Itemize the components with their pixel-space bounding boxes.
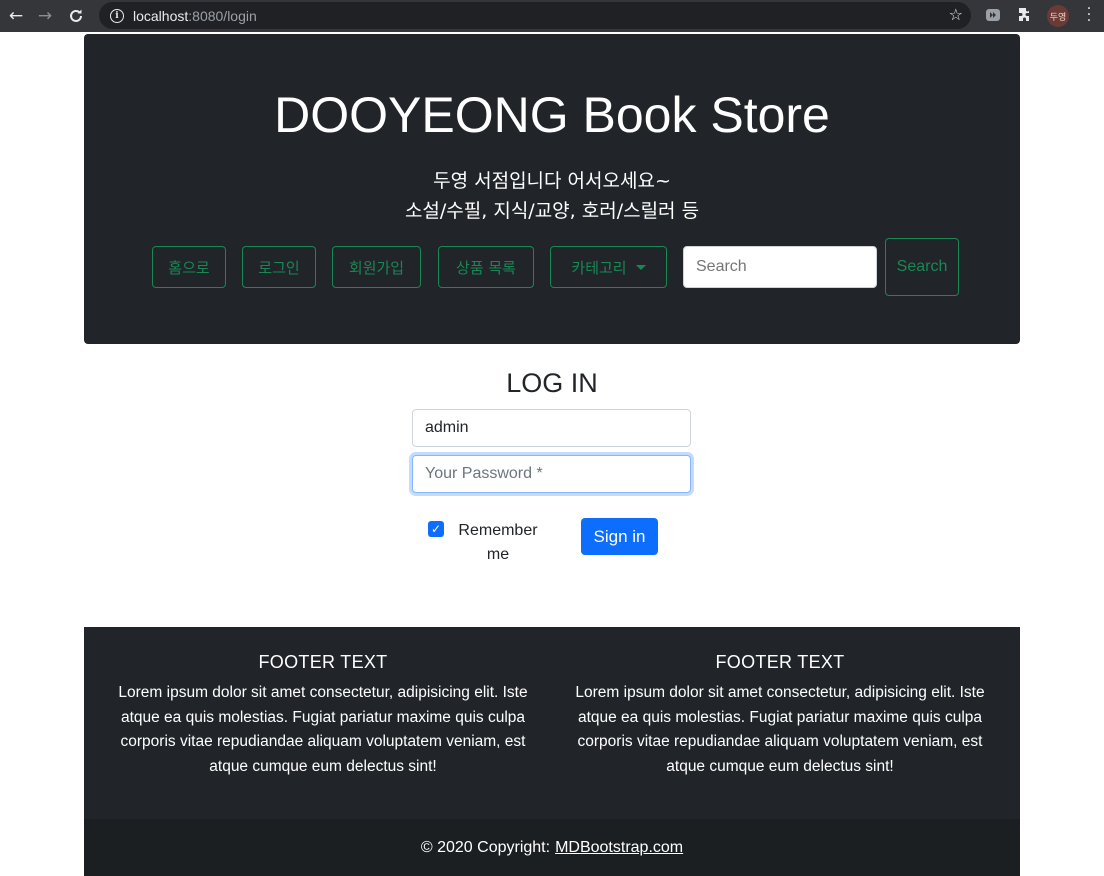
nav-home-button[interactable]: 홈으로 — [152, 246, 226, 288]
footer-text: Lorem ipsum dolor sit amet consectetur, … — [118, 684, 528, 775]
bookmark-star-icon[interactable]: ☆ — [949, 5, 963, 24]
remember-me-group: ✓ Remember me — [428, 519, 540, 567]
site-title: DOOYEONG Book Store — [274, 87, 830, 143]
url-text: localhost:8080/login — [133, 8, 257, 24]
copyright-bar: © 2020 Copyright: MDBootstrap.com — [84, 819, 1020, 876]
footer-text: Lorem ipsum dolor sit amet consectetur, … — [575, 684, 985, 775]
nav-category-label: 카테고리 — [571, 258, 627, 277]
url-host: localhost — [133, 7, 189, 24]
site-subtitle-line2: 소설/수필, 지식/교양, 호러/스릴러 등 — [404, 200, 700, 222]
address-bar[interactable]: i localhost:8080/login ☆ — [99, 2, 971, 29]
remember-me-checkbox[interactable]: ✓ — [428, 521, 444, 537]
search-input[interactable] — [683, 246, 877, 288]
forward-arrow-icon[interactable]: → — [29, 0, 61, 32]
copyright-text: © 2020 Copyright: — [420, 838, 551, 856]
password-field[interactable] — [412, 455, 691, 493]
search-button[interactable]: Search — [885, 238, 959, 296]
nav-products-button[interactable]: 상품 목록 — [438, 246, 534, 288]
site-footer: FOOTER TEXT Lorem ipsum dolor sit amet c… — [84, 627, 1020, 876]
copyright-link[interactable]: MDBootstrap.com — [555, 839, 683, 857]
browser-menu-icon[interactable]: · · · — [1082, 2, 1096, 28]
sign-in-button[interactable]: Sign in — [581, 518, 658, 555]
login-title: LOG IN — [506, 368, 598, 398]
site-header: DOOYEONG Book Store 두영 서점입니다 어서오세요~ 소설/수… — [84, 34, 1020, 344]
nav-signup-button[interactable]: 회원가입 — [332, 246, 421, 288]
nav-login-button[interactable]: 로그인 — [242, 246, 316, 288]
footer-column: FOOTER TEXT Lorem ipsum dolor sit amet c… — [108, 652, 538, 779]
media-extension-icon[interactable] — [985, 7, 1001, 23]
url-path: :8080/login — [188, 7, 257, 24]
back-arrow-icon[interactable]: ← — [0, 0, 32, 32]
remember-me-label[interactable]: Remember me — [456, 519, 540, 567]
footer-heading: FOOTER TEXT — [258, 652, 388, 672]
extensions-puzzle-icon[interactable] — [1017, 7, 1033, 23]
site-info-icon[interactable]: i — [110, 8, 124, 23]
footer-heading: FOOTER TEXT — [715, 652, 845, 672]
chevron-down-icon — [635, 265, 646, 270]
site-subtitle-line1: 두영 서점입니다 어서오세요~ — [433, 170, 671, 192]
footer-column: FOOTER TEXT Lorem ipsum dolor sit amet c… — [565, 652, 995, 779]
nav-category-dropdown[interactable]: 카테고리 — [550, 246, 667, 288]
reload-icon[interactable] — [60, 0, 92, 32]
browser-toolbar: ← → i localhost:8080/login ☆ 두영 · · · — [0, 0, 1104, 32]
profile-avatar[interactable]: 두영 — [1047, 5, 1069, 27]
username-field[interactable] — [412, 409, 691, 447]
